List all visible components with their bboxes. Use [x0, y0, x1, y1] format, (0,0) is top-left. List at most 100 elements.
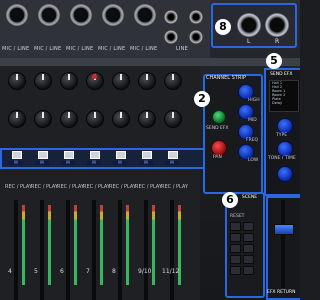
mic-line-label: MIC / LINE — [130, 46, 158, 52]
scene-button[interactable] — [243, 266, 254, 275]
xlr-output-right[interactable] — [265, 13, 289, 37]
channel-select-button[interactable] — [64, 151, 74, 159]
xlr-input-5[interactable] — [134, 4, 156, 26]
xlr-input-3[interactable] — [70, 4, 92, 26]
level-meter — [126, 205, 129, 285]
fader-track[interactable] — [40, 200, 44, 300]
gain-knob[interactable] — [8, 72, 26, 90]
fader-track[interactable] — [92, 200, 96, 300]
rec-play-label: REC / PLAY — [5, 184, 32, 190]
rec-play-label: REC / PLAY — [109, 184, 136, 190]
xlr-input-4[interactable] — [102, 4, 124, 26]
send-efx-knob[interactable] — [212, 110, 226, 124]
line-jack-4[interactable] — [189, 30, 203, 44]
channel-tag: M — [113, 161, 127, 165]
channel-select-button[interactable] — [168, 151, 178, 159]
rec-play-label: REC / PLAY — [31, 184, 58, 190]
channel-select-button[interactable] — [12, 151, 22, 159]
scene-button[interactable] — [230, 222, 241, 231]
eq-knob[interactable] — [112, 110, 130, 128]
callout-6: 6 — [222, 192, 238, 208]
channel-number: 4 — [8, 268, 12, 275]
efx-return-label: EFX RETURN — [267, 290, 296, 295]
level-meter — [152, 205, 155, 285]
xlr-output-left[interactable] — [237, 13, 261, 37]
level-meter — [100, 205, 103, 285]
channel-strip-section — [203, 74, 263, 194]
eq-knob[interactable] — [60, 110, 78, 128]
channel-select-button[interactable] — [116, 151, 126, 159]
scene-button[interactable] — [230, 266, 241, 275]
fader-track[interactable] — [118, 200, 122, 300]
pan-knob[interactable] — [211, 140, 227, 156]
scene-button[interactable] — [243, 233, 254, 242]
tone-time-label: TONE / TIME — [268, 156, 296, 161]
low-label: LOW — [248, 158, 259, 163]
eq-knob[interactable] — [8, 110, 26, 128]
gain-knob[interactable] — [138, 72, 156, 90]
line-jack-1[interactable] — [164, 10, 178, 24]
rec-play-label: REC / PLAY — [135, 184, 162, 190]
callout-8: 8 — [215, 19, 231, 35]
efx-type-knob[interactable] — [277, 118, 293, 134]
eq-knob[interactable] — [34, 110, 52, 128]
channel-tag: M — [9, 161, 23, 165]
gain-knob[interactable] — [34, 72, 52, 90]
fader-track[interactable] — [170, 200, 174, 300]
channel-tag: M — [87, 161, 101, 165]
efx-type: Delay — [272, 101, 283, 105]
gain-knob[interactable] — [60, 72, 78, 90]
channel-number: 8 — [112, 268, 116, 275]
scene-button[interactable] — [243, 255, 254, 264]
send-efx-title: SEND EFX — [270, 72, 293, 77]
fader-track[interactable] — [144, 200, 148, 300]
eq-knob[interactable] — [86, 110, 104, 128]
channel-select-button[interactable] — [142, 151, 152, 159]
eq-knob[interactable] — [138, 110, 156, 128]
rec-play-label: REC / PLAY — [161, 184, 188, 190]
scene-button[interactable] — [230, 244, 241, 253]
efx-return-fader-track[interactable] — [281, 200, 285, 288]
channel-select-button[interactable] — [38, 151, 48, 159]
type-label: TYPE — [276, 133, 288, 138]
scene-button[interactable] — [243, 244, 254, 253]
line-jack-2[interactable] — [164, 30, 178, 44]
efx-tone-time-knob[interactable] — [277, 141, 293, 157]
mid-label: MID — [248, 118, 257, 123]
line-label: LINE — [176, 46, 188, 52]
efx-level-knob[interactable] — [277, 166, 293, 182]
channel-select-band — [0, 148, 230, 169]
efx-lcd: Hall 1 Hall 2 Room 1 Room 2 Plate Delay — [269, 80, 299, 112]
mixer-panel: MIC / LINE MIC / LINE MIC / LINE MIC / L… — [0, 0, 300, 300]
fader-track[interactable] — [66, 200, 70, 300]
channel-tag: M — [61, 161, 75, 165]
output-left-label: L — [247, 38, 251, 45]
line-jack-3[interactable] — [189, 10, 203, 24]
gain-knob[interactable] — [112, 72, 130, 90]
rec-play-label: REC / PLAY — [83, 184, 110, 190]
callout-5: 5 — [266, 53, 282, 69]
gain-knob[interactable] — [164, 72, 182, 90]
output-right-label: R — [275, 38, 280, 45]
channel-number: 6 — [60, 268, 64, 275]
mic-line-label: MIC / LINE — [98, 46, 126, 52]
fader-track[interactable] — [14, 200, 18, 300]
channel-tag: M — [139, 161, 153, 165]
level-meter — [74, 205, 77, 285]
mic-line-label: MIC / LINE — [2, 46, 30, 52]
efx-return-fader-cap[interactable] — [274, 224, 294, 235]
freq-label: FREQ — [246, 138, 259, 143]
clip-led — [92, 74, 97, 79]
scene-button[interactable] — [230, 255, 241, 264]
level-meter — [22, 205, 25, 285]
xlr-input-2[interactable] — [38, 4, 60, 26]
channel-select-button[interactable] — [90, 151, 100, 159]
channel-number: 5 — [34, 268, 38, 275]
scene-button[interactable] — [243, 222, 254, 231]
channel-tag: M — [165, 161, 179, 165]
channel-tag: M — [35, 161, 49, 165]
scene-button[interactable] — [230, 233, 241, 242]
eq-knob[interactable] — [164, 110, 182, 128]
xlr-input-1[interactable] — [6, 4, 28, 26]
channel-number: 11/12 — [162, 268, 180, 275]
